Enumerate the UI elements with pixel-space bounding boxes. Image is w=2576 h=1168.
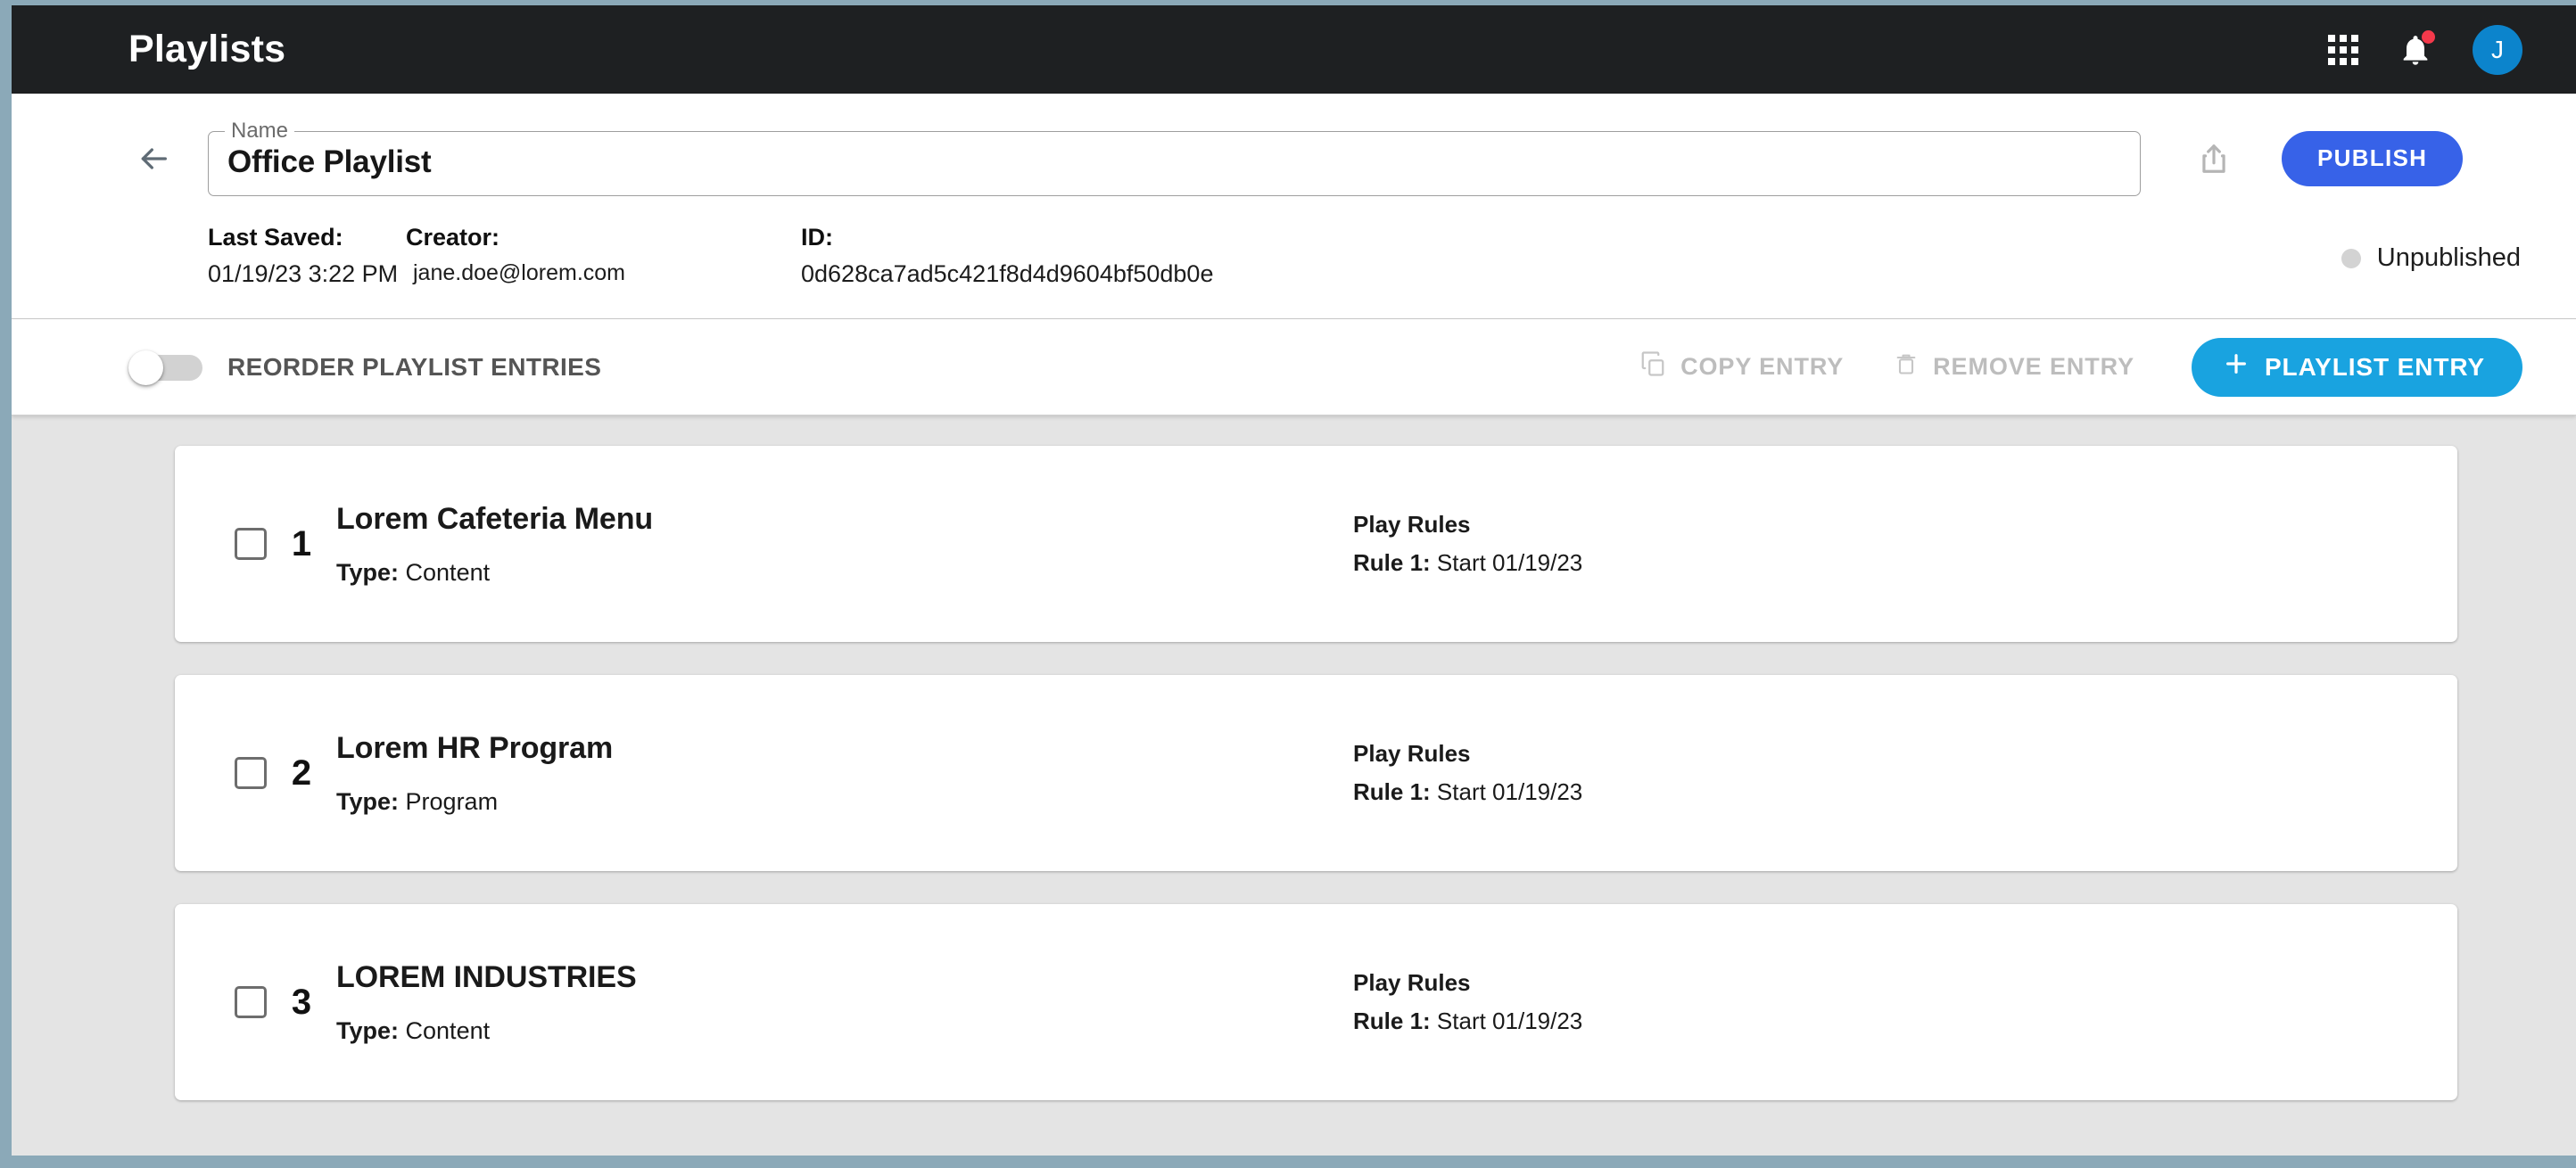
apps-grid-dot [2328,34,2335,42]
playlist-entries-list: 1 Lorem Cafeteria Menu Type: Content Pla… [12,415,2576,1156]
last-saved-label: Last Saved: [208,224,343,251]
play-rule-label: Rule 1: [1353,549,1431,576]
apps-grid-dot [2351,34,2358,42]
status-label: Unpublished [2376,243,2521,272]
add-playlist-entry-button[interactable]: PLAYLIST ENTRY [2191,337,2522,397]
apps-grid-dot [2340,57,2347,65]
remove-entry-button[interactable]: REMOVE ENTRY [1869,349,2159,385]
avatar-initial: J [2491,35,2504,63]
playlist-detail-header: Name PUBLISH Last Saved: 01/19/23 3:22 P… [12,94,2576,319]
entry-type: Type: Program [336,788,1353,816]
back-arrow-icon[interactable] [128,134,178,184]
entry-type-value: Content [405,558,491,586]
entry-play-rules: Play Rules Rule 1: Start 01/19/23 [1353,969,1582,1035]
copy-icon [1639,349,1666,385]
id-value: 0d628ca7ad5c421f8d4d9604bf50db0e [801,260,1214,287]
play-rules-header: Play Rules [1353,969,1471,996]
play-rule-label: Rule 1: [1353,778,1431,805]
share-glyph [2202,144,2225,173]
entries-toolbar: REORDER PLAYLIST ENTRIES COPY ENTRY REMO… [12,319,2576,415]
table-row[interactable]: 1 Lorem Cafeteria Menu Type: Content Pla… [175,446,2457,642]
copy-entry-label: COPY ENTRY [1680,353,1845,380]
apps-grid-dot [2328,57,2335,65]
apps-grid-icon[interactable] [2328,34,2358,65]
meta-id: ID: 0d628ca7ad5c421f8d4d9604bf50db0e [801,224,1213,288]
play-rule-value: Start 01/19/23 [1436,1008,1583,1034]
back-arrow-glyph [141,147,167,169]
entry-main: LOREM INDUSTRIES Type: Content [336,960,1353,1045]
entry-index: 3 [291,982,312,1022]
status-dot-icon [2341,248,2361,268]
meta-last-saved: Last Saved: 01/19/23 3:22 PM [208,224,406,288]
remove-entry-label: REMOVE ENTRY [1933,353,2134,380]
last-saved-value: 01/19/23 3:22 PM [208,260,399,287]
plus-icon [2222,350,2250,384]
trash-icon [1894,349,1919,385]
entry-play-rules: Play Rules Rule 1: Start 01/19/23 [1353,511,1582,577]
entry-index: 2 [291,753,312,793]
entry-index: 1 [291,523,312,563]
play-rule-value: Start 01/19/23 [1436,549,1583,576]
reorder-toggle[interactable]: REORDER PLAYLIST ENTRIES [128,350,602,385]
entry-checkbox[interactable] [235,757,267,789]
creator-value: jane.doe@lorem.com [413,260,625,285]
page-viewport: Playlists J Name Office Playlist PUBLISH… [12,5,2576,1156]
play-rule-line: Rule 1: Start 01/19/23 [1353,549,1582,577]
entry-type-value: Program [405,787,499,815]
page-title: Playlists [128,28,286,70]
entry-title: Lorem HR Program [336,730,614,765]
trash-glyph [1896,354,1916,374]
playlist-name-field: Name [208,120,2141,196]
creator-label: Creator: [406,224,500,251]
entry-play-rules: Play Rules Rule 1: Start 01/19/23 [1353,740,1582,806]
notification-bell-icon[interactable] [2398,29,2435,69]
entry-main: Lorem Cafeteria Menu Type: Content [336,502,1353,587]
play-rules-header: Play Rules [1353,740,1471,767]
app-bar: Playlists J [12,5,2576,94]
reorder-toggle-switch[interactable] [128,350,202,385]
play-rule-value: Start 01/19/23 [1436,778,1583,805]
entry-type-label: Type: [336,787,400,815]
toggle-knob [128,350,163,385]
entry-type-label: Type: [336,558,400,586]
entry-type: Type: Content [336,1017,1353,1045]
play-rule-label: Rule 1: [1353,1008,1431,1034]
share-icon[interactable] [2187,132,2241,185]
notification-badge [2422,29,2435,44]
toolbar-actions: COPY ENTRY REMOVE ENTRY PLAYLIST ENTRY [1614,337,2522,397]
entry-checkbox[interactable] [235,986,267,1018]
entry-type-value: Content [405,1016,491,1044]
apps-grid-dot [2351,57,2358,65]
plus-glyph [2226,354,2246,374]
entry-main: Lorem HR Program Type: Program [336,731,1353,816]
name-row: Name PUBLISH [128,120,2522,196]
meta-creator: Creator: jane.doe@lorem.com [406,224,801,286]
copy-glyph [1641,351,1664,376]
playlist-meta-row: Last Saved: 01/19/23 3:22 PM Creator: ja… [128,224,2522,288]
play-rule-line: Rule 1: Start 01/19/23 [1353,778,1582,806]
play-rule-line: Rule 1: Start 01/19/23 [1353,1008,1582,1035]
browser-frame: Playlists J Name Office Playlist PUBLISH… [0,0,2576,1168]
entry-type: Type: Content [336,559,1353,587]
table-row[interactable]: 3 LOREM INDUSTRIES Type: Content Play Ru… [175,904,2457,1100]
apps-grid-dot [2351,45,2358,53]
entry-type-label: Type: [336,1016,400,1044]
playlist-name-input[interactable] [227,127,2121,196]
avatar[interactable]: J [2473,24,2522,75]
publish-button[interactable]: PUBLISH [2282,130,2464,186]
reorder-toggle-label: REORDER PLAYLIST ENTRIES [227,352,602,381]
entry-title: LOREM INDUSTRIES [336,959,637,994]
entry-checkbox[interactable] [235,528,267,560]
apps-grid-dot [2340,45,2347,53]
app-bar-actions: J [2328,24,2522,75]
play-rules-header: Play Rules [1353,511,1471,538]
add-playlist-entry-label: PLAYLIST ENTRY [2264,352,2485,381]
status-badge: Unpublished [2341,243,2522,273]
apps-grid-dot [2340,34,2347,42]
entry-title: Lorem Cafeteria Menu [336,501,654,536]
copy-entry-button[interactable]: COPY ENTRY [1614,349,1869,385]
table-row[interactable]: 2 Lorem HR Program Type: Program Play Ru… [175,675,2457,871]
apps-grid-dot [2328,45,2335,53]
id-label: ID: [801,224,833,251]
